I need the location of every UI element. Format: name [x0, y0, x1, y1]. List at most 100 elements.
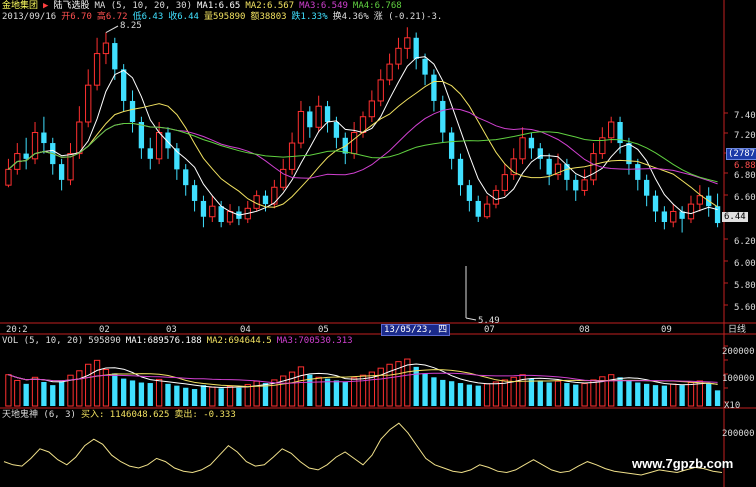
price-688: 6.88: [734, 161, 756, 171]
candle-body: [271, 186, 278, 205]
candle-body: [102, 42, 110, 55]
header-row-2: 2013/09/16 开6.70 高6.72 低6.43 收6.44 量595890 额38…: [2, 12, 447, 23]
volume-bar: [147, 383, 153, 406]
candle-body: [121, 69, 127, 101]
candle-body: [431, 74, 437, 101]
volume-bar: [191, 389, 198, 406]
y-tick: 6.00: [734, 259, 756, 269]
volume-bar: [537, 380, 543, 406]
volume-ma3: MA3:700530.313: [276, 336, 353, 346]
low-marker-leader: [465, 317, 477, 321]
volume-bar: [324, 378, 331, 406]
volume-bar: [288, 371, 296, 407]
ma-label: MA (5, 10, 20, 30): [94, 1, 192, 11]
candle-body: [307, 111, 313, 128]
candle-body: [581, 179, 588, 191]
volume-bar: [581, 383, 588, 407]
y-tick: 6.80: [734, 171, 756, 181]
x-label: 20:2: [6, 325, 28, 335]
candle-body: [483, 203, 491, 218]
volume-bar: [475, 385, 481, 406]
volume-bar: [635, 382, 641, 406]
volume-bar: [155, 378, 163, 407]
volume-bar: [359, 374, 367, 407]
indicator-y-tick: 200000: [722, 429, 755, 439]
x-label: 05: [318, 325, 329, 335]
x-label: 03: [166, 325, 177, 335]
volume-bar: [333, 380, 340, 406]
candle-body: [422, 58, 428, 75]
volume-bar: [342, 382, 348, 406]
candle-body: [23, 153, 29, 159]
volume-bar: [5, 374, 12, 407]
candle-body: [440, 100, 446, 133]
candle-body: [413, 37, 419, 59]
candle-body: [333, 122, 340, 138]
candle-body: [58, 164, 65, 180]
indicator-name: 天地鬼神 (6, 3): [2, 410, 76, 420]
quote-turnover: 换4.36%: [332, 12, 369, 22]
candle-body: [209, 205, 216, 218]
candle-body: [129, 100, 136, 122]
candle-body: [112, 43, 118, 70]
volume-ma2: MA2:694644.5: [206, 336, 272, 346]
candle-body: [93, 53, 101, 86]
candle-body: [147, 148, 153, 159]
candle-body: [457, 158, 464, 186]
indicator-buy: 买入: 1146048.625: [80, 410, 170, 420]
candle-body: [67, 153, 74, 181]
volume-bar: [121, 378, 127, 406]
candle-body: [183, 169, 189, 186]
stock-chart-window: 金地集团 ▶ 陆飞选股 MA (5, 10, 20, 30) MA1:6.65 MA2:6…: [0, 0, 756, 487]
ma1-value: MA1:6.65: [197, 1, 241, 11]
volume-bar: [297, 366, 305, 407]
candle-body: [448, 132, 455, 159]
candle-body: [191, 185, 198, 201]
play-arrow-icon[interactable]: ▶: [43, 1, 48, 11]
candle-body: [661, 211, 668, 222]
volume-bar: [590, 379, 597, 407]
volume-bar: [41, 382, 47, 406]
volume-bar: [714, 390, 721, 406]
volume-bar: [14, 379, 21, 407]
volume-bar: [431, 377, 437, 406]
strategy-chip[interactable]: 陆飞选股: [53, 1, 89, 11]
volume-bar: [679, 385, 685, 406]
volume-bar: [129, 380, 136, 406]
volume-bar: [183, 387, 189, 406]
watermark: www.7gpzb.com: [632, 456, 734, 471]
volume-bar: [31, 376, 39, 407]
period-label[interactable]: 日线: [728, 325, 746, 335]
y-tick: 6.60: [734, 193, 756, 203]
candle-body: [635, 164, 641, 180]
price-badge: (2787): [726, 148, 756, 160]
volume-bar: [626, 380, 632, 406]
quote-close: 收6.44: [168, 12, 199, 22]
volume-bar: [422, 373, 428, 406]
ma2-value: MA2:6.567: [245, 1, 295, 11]
volume-bar: [457, 383, 464, 406]
volume-bar: [696, 380, 703, 407]
candle-body: [519, 137, 526, 160]
volume-bar: [236, 387, 242, 406]
volume-label: VOL (5, 10, 20): [2, 336, 84, 346]
volume-bar: [218, 388, 224, 406]
volume-ma1: MA1:689576.188: [125, 336, 202, 346]
volume-bar: [448, 381, 455, 406]
stock-name[interactable]: 金地集团: [2, 1, 38, 11]
x-label: 07: [484, 325, 495, 335]
candle-body: [138, 122, 145, 149]
indicator-line: [3, 422, 723, 476]
y-tick: 7.20: [734, 131, 756, 141]
candle-body: [652, 195, 659, 212]
volume-bar: [244, 384, 251, 407]
candle-body: [155, 132, 163, 160]
volume-bar: [687, 382, 695, 407]
header-row-1: 金地集团 ▶ 陆飞选股 MA (5, 10, 20, 30) MA1:6.65 MA2:6…: [2, 1, 407, 12]
ma10-line: [8, 81, 718, 208]
candle-body: [315, 105, 322, 128]
candle-body: [297, 110, 305, 144]
high-marker: 8.25: [120, 21, 142, 31]
candle-body: [350, 132, 358, 155]
x-label: 04: [240, 325, 251, 335]
